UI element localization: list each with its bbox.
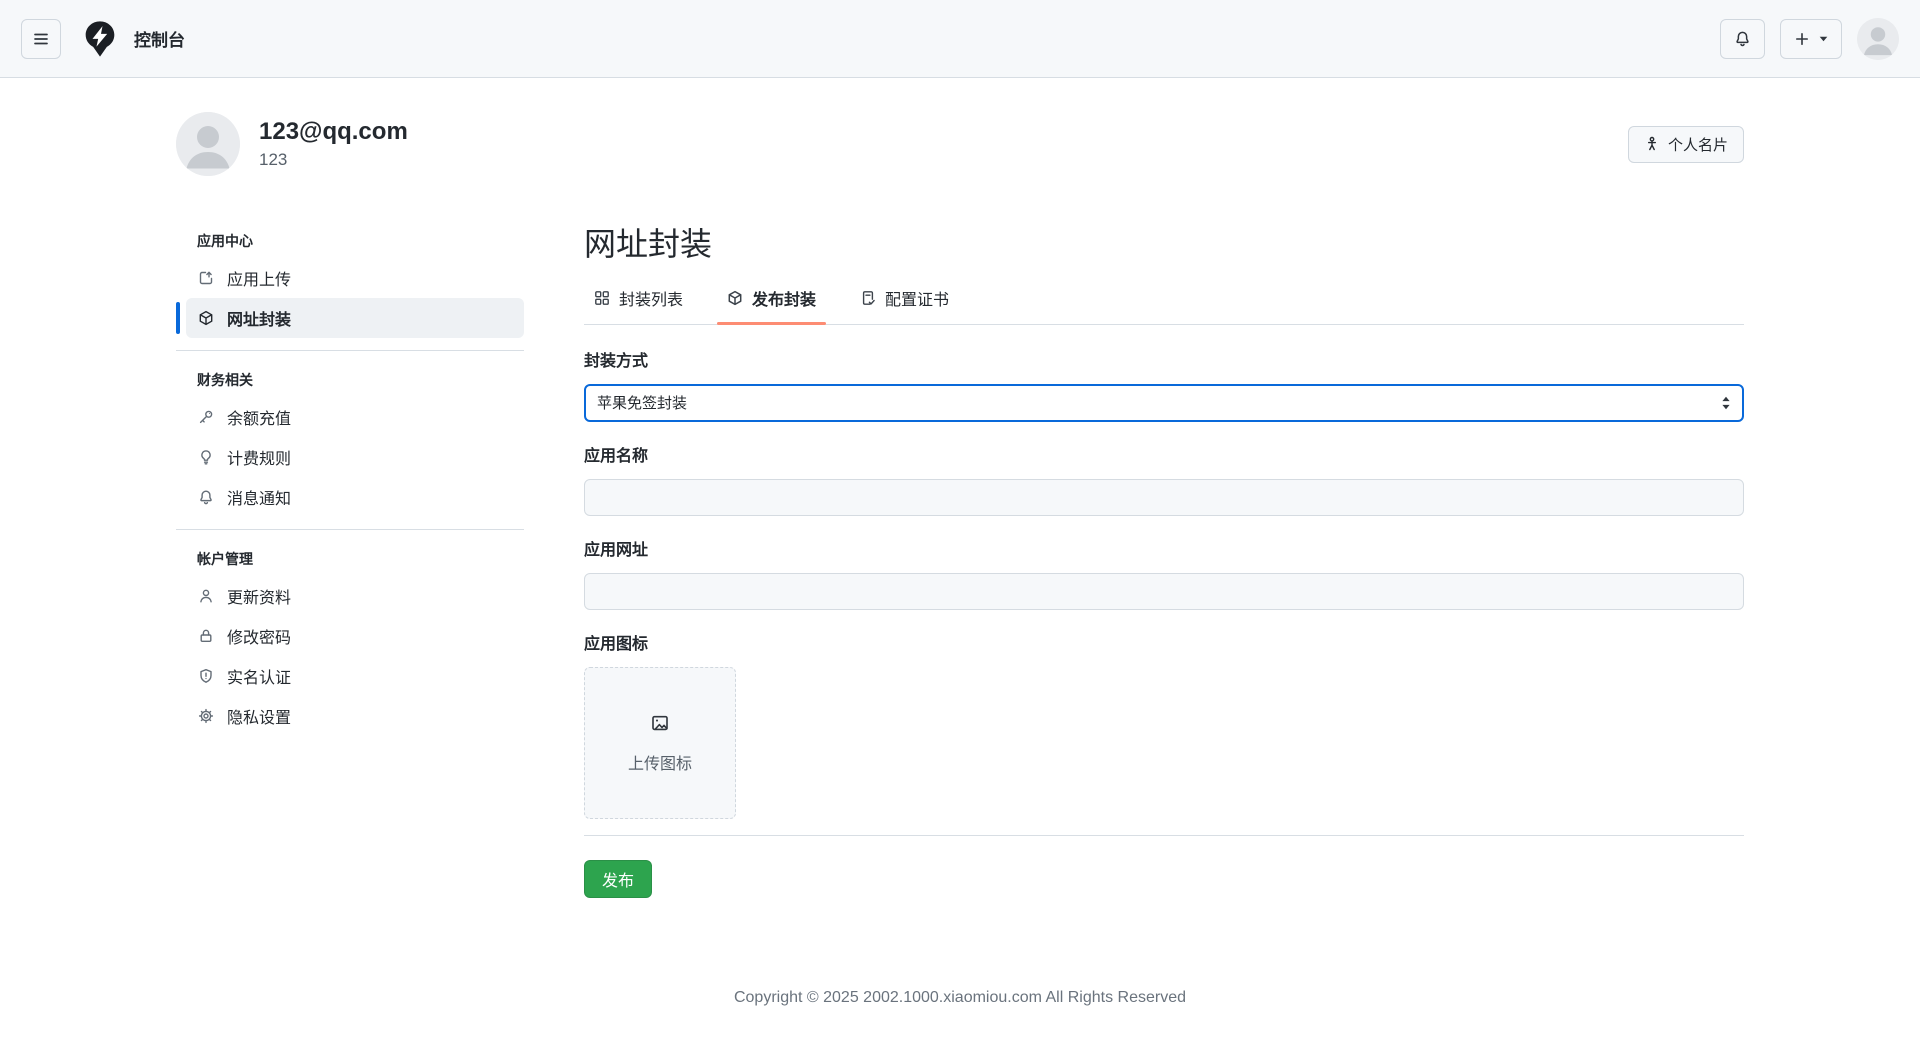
- form-divider: [584, 835, 1744, 836]
- page-footer: Copyright © 2025 2002.1000.xiaomiou.com …: [176, 989, 1744, 1055]
- sidebar-section-account: 帐户管理: [176, 542, 524, 576]
- tab-label: 配置证书: [885, 286, 949, 310]
- sidebar-section-finance: 财务相关: [176, 363, 524, 397]
- person-icon: [198, 588, 214, 604]
- person-figure-icon: [1644, 136, 1660, 152]
- tab-label: 发布封装: [752, 286, 816, 310]
- copyright-text: Copyright © 2025 2002.1000.xiaomiou.com …: [176, 989, 1744, 1007]
- main-content: 网址封装 封装列表: [584, 224, 1744, 898]
- header-title: 控制台: [134, 26, 185, 51]
- package-method-label: 封装方式: [584, 353, 1744, 371]
- tab-label: 封装列表: [619, 286, 683, 310]
- key-icon: [198, 409, 214, 425]
- header-avatar[interactable]: [1857, 18, 1899, 60]
- sidebar-item-label: 实名认证: [227, 664, 291, 688]
- app-logo-lightning-pin-icon: [80, 19, 120, 59]
- icon-upload-dropzone[interactable]: 上传图标: [584, 667, 736, 819]
- sidebar-item-label: 隐私设置: [227, 704, 291, 728]
- sidebar-item-realname-verify[interactable]: 实名认证: [186, 656, 524, 696]
- sidebar-item-url-package[interactable]: 网址封装: [186, 298, 524, 338]
- shield-exclamation-icon: [198, 668, 214, 684]
- package-method-select[interactable]: 苹果免签封装: [584, 384, 1744, 422]
- app-header: 控制台: [0, 0, 1920, 78]
- apps-grid-icon: [594, 290, 610, 306]
- sidebar-divider: [176, 350, 524, 351]
- publish-package-form: 封装方式 苹果免签封装 应用名称: [584, 353, 1744, 898]
- sidebar-divider: [176, 529, 524, 530]
- upload-text: 上传图标: [628, 750, 692, 774]
- sidebar-item-label: 修改密码: [227, 624, 291, 648]
- gear-icon: [198, 708, 214, 724]
- app-url-label: 应用网址: [584, 542, 1744, 560]
- sidebar-item-label: 应用上传: [227, 266, 291, 290]
- hamburger-menu-button[interactable]: [21, 19, 61, 59]
- bell-icon: [1734, 30, 1751, 47]
- sidebar-item-label: 余额充值: [227, 405, 291, 429]
- caret-down-icon: [1819, 36, 1828, 42]
- package-icon: [727, 290, 743, 306]
- lock-icon: [198, 628, 214, 644]
- bell-icon: [198, 489, 214, 505]
- app-name-label: 应用名称: [584, 448, 1744, 466]
- file-check-icon: [860, 290, 876, 306]
- tab-configure-certificate[interactable]: 配置证书: [850, 272, 959, 324]
- profile-avatar: [176, 112, 240, 176]
- app-name-input[interactable]: [584, 479, 1744, 516]
- page-title: 网址封装: [584, 224, 1744, 264]
- plus-icon: [1794, 31, 1810, 47]
- sidebar-item-app-upload[interactable]: 应用上传: [186, 258, 524, 298]
- package-icon: [198, 310, 214, 326]
- sidebar-item-privacy-settings[interactable]: 隐私设置: [186, 696, 524, 736]
- sidebar-section-app-center: 应用中心: [176, 224, 524, 258]
- app-icon-label: 应用图标: [584, 636, 1744, 654]
- sidebar-item-notifications[interactable]: 消息通知: [186, 477, 524, 517]
- tab-publish-package[interactable]: 发布封装: [717, 272, 826, 324]
- sidebar-item-label: 更新资料: [227, 584, 291, 608]
- notifications-button[interactable]: [1720, 19, 1765, 59]
- profile-info: 123@qq.com 123: [259, 118, 408, 170]
- upload-icon: [198, 270, 214, 286]
- sidebar-item-change-password[interactable]: 修改密码: [186, 616, 524, 656]
- create-new-button[interactable]: [1780, 19, 1842, 59]
- publish-button[interactable]: 发布: [584, 860, 652, 898]
- sidebar-item-balance-recharge[interactable]: 余额充值: [186, 397, 524, 437]
- profile-header: 123@qq.com 123 个人名片: [176, 112, 1744, 176]
- profile-username: 123: [259, 150, 408, 170]
- personal-card-button[interactable]: 个人名片: [1628, 126, 1744, 163]
- sidebar: 应用中心 应用上传 网址封装: [176, 224, 524, 736]
- sidebar-item-label: 计费规则: [227, 445, 291, 469]
- personal-card-label: 个人名片: [1668, 134, 1728, 155]
- header-actions: [1720, 18, 1899, 60]
- three-bars-icon: [33, 31, 49, 47]
- package-method-select-wrap: 苹果免签封装: [584, 384, 1744, 422]
- sidebar-item-billing-rules[interactable]: 计费规则: [186, 437, 524, 477]
- profile-email: 123@qq.com: [259, 118, 408, 147]
- app-url-input[interactable]: [584, 573, 1744, 610]
- lightbulb-icon: [198, 449, 214, 465]
- tab-bar: 封装列表 发布封装: [584, 272, 1744, 325]
- sidebar-item-label: 网址封装: [227, 306, 291, 330]
- tab-package-list[interactable]: 封装列表: [584, 272, 693, 324]
- sidebar-item-label: 消息通知: [227, 485, 291, 509]
- sidebar-item-update-profile[interactable]: 更新资料: [186, 576, 524, 616]
- image-icon: [650, 713, 670, 733]
